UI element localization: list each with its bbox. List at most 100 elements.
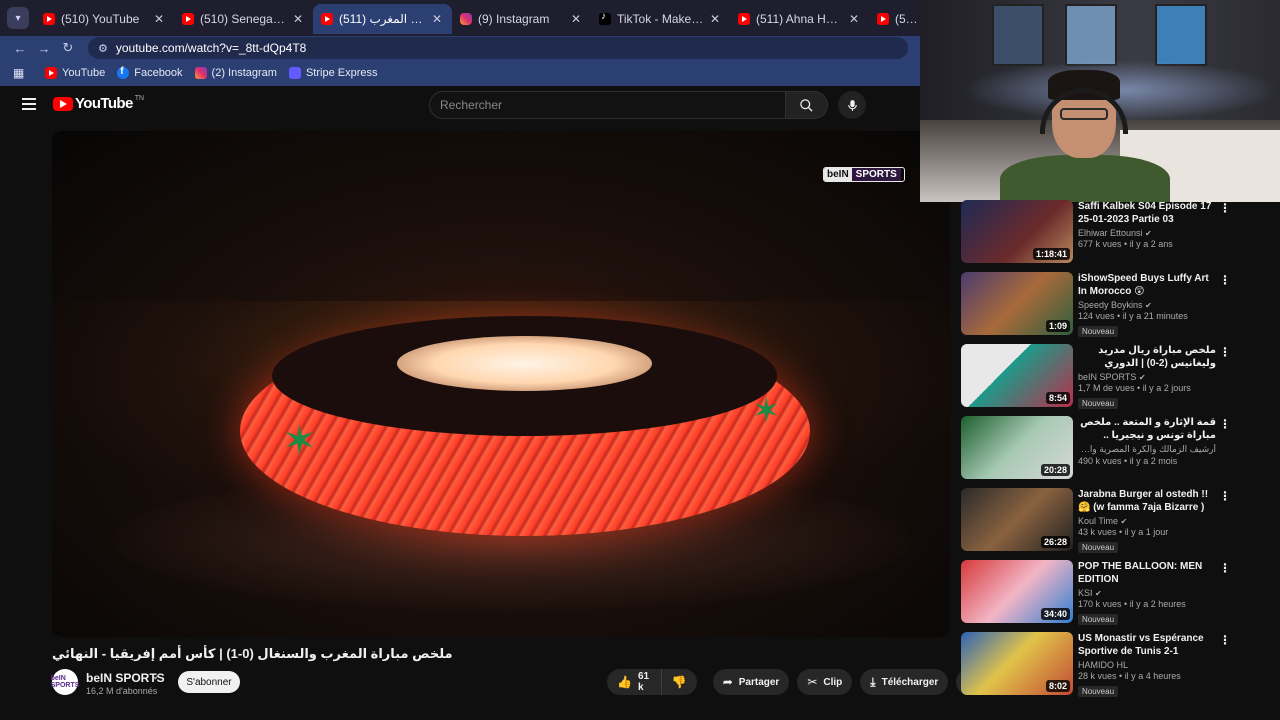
verified-icon: ✔ bbox=[1138, 373, 1146, 382]
video-thumbnail[interactable]: 26:28 bbox=[961, 488, 1073, 551]
bookmark-label: (2) Instagram bbox=[211, 67, 277, 79]
verified-icon: ✔ bbox=[1095, 589, 1102, 598]
browser-tab[interactable]: (510) YouTube ✕ bbox=[35, 4, 174, 34]
back-arrow-icon[interactable]: ← bbox=[8, 41, 32, 56]
tab-title: (511) Ahna Haka Maktoub bbox=[756, 12, 843, 26]
video-info: US Monastir vs Espérance Sportive de Tun… bbox=[1078, 632, 1216, 699]
close-icon[interactable]: ✕ bbox=[291, 12, 305, 26]
tab-title: TikTok - Make Your Day bbox=[617, 12, 704, 26]
hamburger-menu-icon[interactable] bbox=[22, 98, 36, 110]
microphone-icon bbox=[847, 99, 857, 111]
video-thumbnail[interactable]: 20:28 bbox=[961, 416, 1073, 479]
subscriber-count: 16,2 M d'abonnés bbox=[86, 686, 158, 696]
kebab-menu-icon[interactable]: ⋮ bbox=[1219, 201, 1231, 215]
like-count: 61 k bbox=[637, 671, 650, 693]
video-title[interactable]: ملخص مباراة ريال مدريد وليغانيس (2-0) | … bbox=[1078, 344, 1216, 370]
kebab-menu-icon[interactable]: ⋮ bbox=[1219, 345, 1231, 359]
video-thumbnail[interactable]: 1:09 bbox=[961, 272, 1073, 335]
stripe-icon bbox=[288, 67, 301, 79]
reload-icon[interactable]: ↻ bbox=[56, 40, 80, 56]
video-info: ملخص مباراة ريال مدريد وليغانيس (2-0) | … bbox=[1078, 344, 1216, 411]
close-icon[interactable]: ✕ bbox=[847, 12, 861, 26]
voice-search-button[interactable] bbox=[838, 91, 866, 119]
bookmark-youtube[interactable]: YouTube bbox=[45, 67, 105, 79]
subscribe-button[interactable]: S'abonner bbox=[178, 671, 240, 693]
bookmark-label: Facebook bbox=[134, 67, 183, 79]
video-thumbnail[interactable]: 1:18:41 bbox=[961, 200, 1073, 263]
video-thumbnail[interactable]: 8:54 bbox=[961, 344, 1073, 407]
browser-tab[interactable]: (9) Instagram ✕ bbox=[452, 4, 591, 34]
upload-age: il y a 1 jour bbox=[1124, 527, 1169, 537]
recommended-video[interactable]: 8:02 US Monastir vs Espérance Sportive d… bbox=[961, 632, 1241, 704]
recommended-video[interactable]: 20:28 قمة الإثارة و المتعة .. ملخص مبارا… bbox=[961, 416, 1241, 488]
close-icon[interactable]: ✕ bbox=[708, 12, 722, 26]
channel-line[interactable]: beIN SPORTS ✔ bbox=[1078, 372, 1216, 382]
video-title[interactable]: US Monastir vs Espérance Sportive de Tun… bbox=[1078, 632, 1216, 658]
channel-watermark: beIN SPORTS bbox=[823, 167, 905, 182]
video-player[interactable]: ✶ ✶ beIN SPORTS bbox=[52, 131, 950, 637]
channel-line[interactable]: أرشيف الزمالك والكرة المصرية والأفريقية bbox=[1078, 444, 1216, 455]
channel-line[interactable]: Elhiwar Ettounsi ✔ bbox=[1078, 228, 1216, 238]
video-thumbnail[interactable]: 34:40 bbox=[961, 560, 1073, 623]
bookmark-label: Stripe Express bbox=[305, 67, 378, 79]
video-duration: 34:40 bbox=[1040, 608, 1070, 620]
kebab-menu-icon[interactable]: ⋮ bbox=[1219, 417, 1231, 431]
youtube-logo[interactable]: YouTube TN bbox=[53, 95, 144, 112]
video-title[interactable]: POP THE BALLOON: MEN EDITION bbox=[1078, 560, 1216, 586]
video-title[interactable]: قمة الإثارة و المتعة .. ملخص مباراة تونس… bbox=[1078, 416, 1216, 442]
video-thumbnail[interactable]: 8:02 bbox=[961, 632, 1073, 695]
close-icon[interactable]: ✕ bbox=[430, 12, 444, 26]
recommended-video[interactable]: 1:09 iShowSpeed Buys Luffy Art In Morocc… bbox=[961, 272, 1241, 344]
search-input[interactable] bbox=[429, 91, 786, 119]
video-title[interactable]: Jarabna Burger al ostedh !! 🤗 (w famma 7… bbox=[1078, 488, 1216, 514]
view-count: 124 vues bbox=[1078, 311, 1115, 321]
apps-grid-icon[interactable]: ▦ bbox=[13, 66, 27, 80]
download-button[interactable]: ⤓ Télécharger bbox=[860, 669, 949, 695]
site-info-icon[interactable]: ⚙ bbox=[98, 42, 108, 55]
bookmark-stripe[interactable]: Stripe Express bbox=[288, 67, 378, 79]
channel-line[interactable]: HAMIDO HL bbox=[1078, 660, 1216, 670]
clip-button[interactable]: ✂ Clip bbox=[797, 669, 853, 695]
kebab-menu-icon[interactable]: ⋮ bbox=[1219, 489, 1231, 503]
youtube-icon bbox=[738, 13, 750, 25]
wall-poster bbox=[1065, 4, 1117, 66]
view-count: 28 k vues bbox=[1078, 671, 1117, 681]
browser-tab[interactable]: TikTok - Make Your Day ✕ bbox=[591, 4, 730, 34]
browser-tab[interactable]: (510) Senegal vs Morocco ✕ bbox=[174, 4, 313, 34]
recommended-video[interactable]: 34:40 POP THE BALLOON: MEN EDITION KSI ✔… bbox=[961, 560, 1241, 632]
close-icon[interactable]: ✕ bbox=[152, 12, 166, 26]
scissors-icon: ✂ bbox=[807, 675, 818, 689]
like-button[interactable]: 👍 61 k bbox=[607, 669, 662, 695]
close-icon[interactable]: ✕ bbox=[569, 12, 583, 26]
verified-icon: ✔ bbox=[1145, 229, 1152, 238]
recommended-video[interactable]: 8:54 ملخص مباراة ريال مدريد وليغانيس (2-… bbox=[961, 344, 1241, 416]
search-button[interactable] bbox=[786, 91, 828, 119]
recommended-video[interactable]: 26:28 Jarabna Burger al ostedh !! 🤗 (w f… bbox=[961, 488, 1241, 560]
channel-line[interactable]: KSI ✔ bbox=[1078, 588, 1216, 598]
channel-line[interactable]: Koul Time ✔ bbox=[1078, 516, 1216, 526]
browser-tab[interactable]: (511) Ahna Haka Maktoub ✕ bbox=[730, 4, 869, 34]
channel-line[interactable]: Speedy Boykins ✔ bbox=[1078, 300, 1216, 310]
wall-poster bbox=[1155, 4, 1207, 66]
recommended-video[interactable]: 1:18:41 Saffi Kalbek S04 Episode 17 25-0… bbox=[961, 200, 1241, 272]
kebab-menu-icon[interactable]: ⋮ bbox=[1219, 273, 1231, 287]
youtube-icon bbox=[182, 13, 194, 25]
bookmark-facebook[interactable]: Facebook bbox=[117, 66, 183, 79]
tab-search-button[interactable]: ▾ bbox=[7, 7, 29, 29]
url-field[interactable]: ⚙ youtube.com/watch?v=_8tt-dQp4T8 bbox=[88, 37, 908, 59]
video-title[interactable]: iShowSpeed Buys Luffy Art In Morocco 😲 bbox=[1078, 272, 1216, 298]
share-button[interactable]: ➦ Partager bbox=[712, 669, 790, 695]
new-badge: Nouveau bbox=[1078, 686, 1119, 697]
forward-arrow-icon[interactable]: → bbox=[32, 41, 56, 56]
channel-name: أرشيف الزمالك والكرة المصرية والأفريقية bbox=[1078, 444, 1216, 454]
bookmark-instagram[interactable]: (2) Instagram bbox=[194, 67, 277, 79]
channel-name: Speedy Boykins bbox=[1078, 300, 1143, 310]
channel-avatar[interactable]: beIN SPORTS bbox=[51, 669, 79, 695]
kebab-menu-icon[interactable]: ⋮ bbox=[1219, 633, 1231, 647]
kebab-menu-icon[interactable]: ⋮ bbox=[1219, 561, 1231, 575]
dislike-button[interactable]: 👎 bbox=[661, 669, 697, 695]
stadium-pitch bbox=[397, 336, 652, 391]
browser-tab-active[interactable]: (511) ملخص مباراة المغرب ✕ bbox=[313, 4, 452, 34]
video-title[interactable]: Saffi Kalbek S04 Episode 17 25-01-2023 P… bbox=[1078, 200, 1216, 226]
thumbs-up-icon: 👍 bbox=[617, 675, 632, 689]
